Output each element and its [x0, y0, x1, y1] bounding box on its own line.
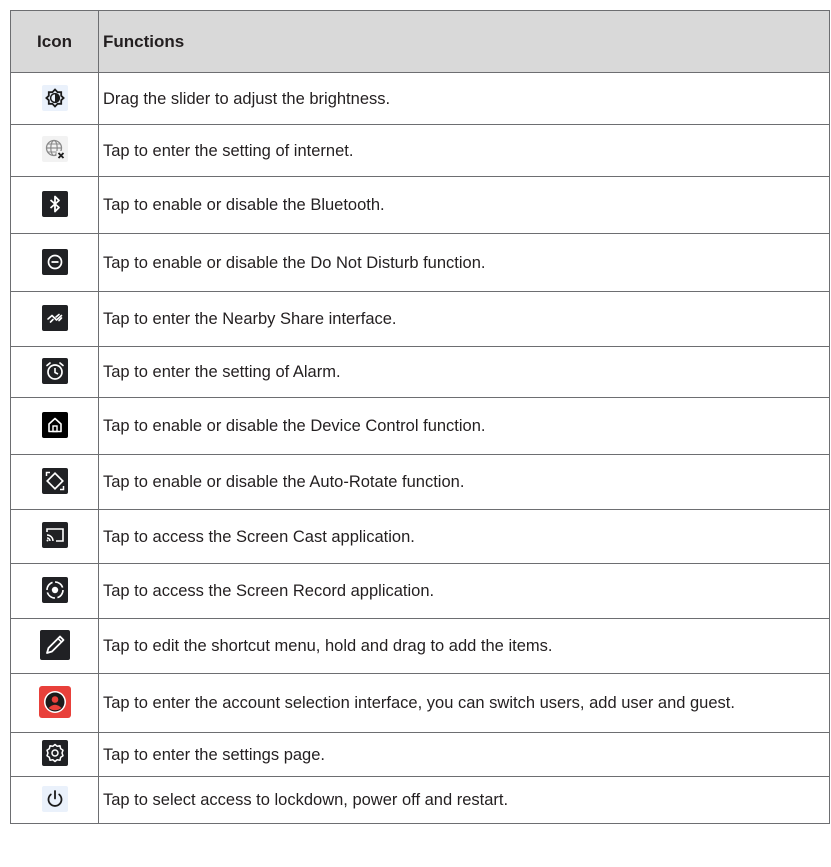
table-row: Tap to access the Screen Cast applicatio… [10, 509, 830, 564]
function-description: Tap to access the Screen Cast applicatio… [98, 509, 830, 564]
function-description: Tap to access the Screen Record applicat… [98, 563, 830, 619]
icon-function-table: Icon Functions Drag the slider to adjust… [10, 10, 830, 824]
function-description: Tap to enter the Nearby Share interface. [98, 291, 830, 347]
table-row: Tap to enter the Nearby Share interface. [10, 291, 830, 347]
icon-cell [10, 346, 99, 398]
do-not-disturb-icon [41, 248, 68, 275]
table-row: Tap to enable or disable the Do Not Dist… [10, 233, 830, 292]
function-description: Tap to enable or disable the Device Cont… [98, 397, 830, 455]
icon-cell [10, 509, 99, 564]
icon-cell [10, 124, 99, 177]
brightness-icon [41, 84, 68, 111]
function-description: Tap to enable or disable the Bluetooth. [98, 176, 830, 234]
icon-cell [10, 732, 99, 777]
function-description: Tap to select access to lockdown, power … [98, 776, 830, 824]
function-description: Tap to enter the setting of Alarm. [98, 346, 830, 398]
nearby-share-icon [41, 305, 68, 331]
icon-cell [10, 397, 99, 455]
icon-cell [10, 176, 99, 234]
auto-rotate-icon [41, 467, 68, 494]
table-row: Tap to select access to lockdown, power … [10, 776, 830, 824]
function-description: Tap to enable or disable the Auto-Rotate… [98, 454, 830, 510]
functions-column-header: Functions [98, 10, 830, 73]
icon-cell [10, 72, 99, 125]
icon-cell [10, 291, 99, 347]
table-row: Tap to enter the setting of internet. [10, 124, 830, 177]
function-description: Drag the slider to adjust the brightness… [98, 72, 830, 125]
icon-cell [10, 233, 99, 292]
table-row: Tap to enter the account selection inter… [10, 673, 830, 733]
function-description: Tap to enter the settings page. [98, 732, 830, 777]
screen-cast-icon [41, 522, 68, 548]
table-row: Tap to enable or disable the Auto-Rotate… [10, 454, 830, 510]
function-description: Tap to enter the setting of internet. [98, 124, 830, 177]
table-row: Tap to enable or disable the Bluetooth. [10, 176, 830, 234]
table-row: Tap to enable or disable the Device Cont… [10, 397, 830, 455]
icon-cell [10, 618, 99, 674]
table-row: Tap to enter the settings page. [10, 732, 830, 777]
power-icon [41, 785, 68, 812]
icon-cell [10, 776, 99, 824]
alarm-icon [41, 357, 68, 384]
device-control-icon [41, 412, 68, 438]
bluetooth-icon [41, 191, 68, 217]
table-row: Tap to access the Screen Record applicat… [10, 563, 830, 619]
table-header-row: Icon Functions [10, 10, 830, 73]
icon-cell [10, 563, 99, 619]
account-icon [38, 686, 71, 718]
icon-cell [10, 673, 99, 733]
table-row: Tap to edit the shortcut menu, hold and … [10, 618, 830, 674]
function-description: Tap to enable or disable the Do Not Dist… [98, 233, 830, 292]
function-description: Tap to enter the account selection inter… [98, 673, 830, 733]
function-description: Tap to edit the shortcut menu, hold and … [98, 618, 830, 674]
internet-off-icon [41, 136, 68, 162]
table-row: Drag the slider to adjust the brightness… [10, 72, 830, 125]
table-row: Tap to enter the setting of Alarm. [10, 346, 830, 398]
screen-record-icon [41, 576, 68, 603]
settings-icon [41, 740, 68, 766]
edit-pencil-icon [39, 629, 70, 660]
icon-cell [10, 454, 99, 510]
icon-column-header: Icon [10, 10, 99, 73]
